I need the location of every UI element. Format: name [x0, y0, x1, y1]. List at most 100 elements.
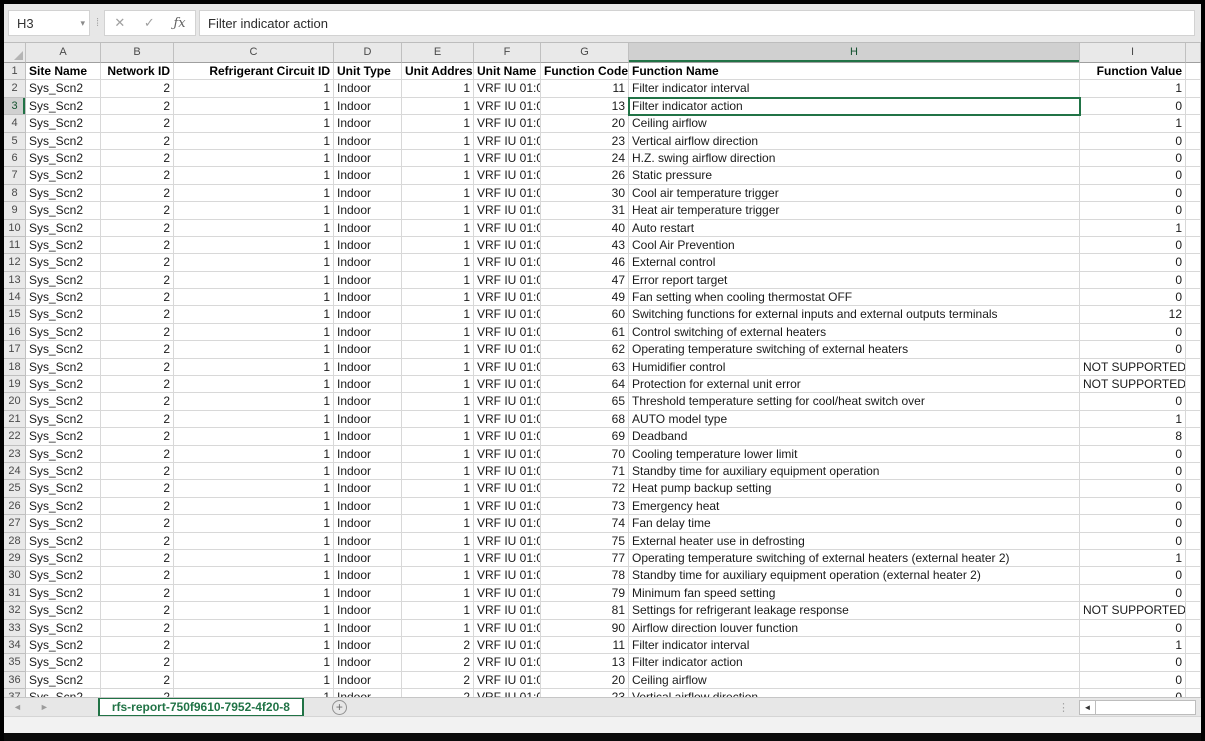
cell-C14[interactable]: 1 [174, 289, 334, 306]
cell-F21[interactable]: VRF IU 01:01 [474, 411, 541, 428]
cell-A12[interactable]: Sys_Scn2 [26, 254, 101, 271]
cell-B15[interactable]: 2 [101, 306, 174, 323]
cell-D36[interactable]: Indoor [334, 672, 402, 689]
cell-C16[interactable]: 1 [174, 324, 334, 341]
cell-F1[interactable]: Unit Name [474, 63, 541, 80]
cell-overflow-17[interactable] [1186, 341, 1201, 358]
cell-H3[interactable]: Filter indicator action [629, 98, 1080, 115]
cell-B30[interactable]: 2 [101, 567, 174, 584]
cell-E24[interactable]: 1 [402, 463, 474, 480]
cell-overflow-37[interactable] [1186, 689, 1201, 697]
row-header-15[interactable]: 15 [4, 306, 26, 323]
cell-G28[interactable]: 75 [541, 533, 629, 550]
cell-F5[interactable]: VRF IU 01:01 [474, 133, 541, 150]
cell-G5[interactable]: 23 [541, 133, 629, 150]
cell-F3[interactable]: VRF IU 01:01 [474, 98, 541, 115]
row-header-32[interactable]: 32 [4, 602, 26, 619]
cell-F33[interactable]: VRF IU 01:01 [474, 620, 541, 637]
cell-B2[interactable]: 2 [101, 80, 174, 97]
column-header-overflow[interactable] [1186, 43, 1201, 63]
cell-C32[interactable]: 1 [174, 602, 334, 619]
cell-F2[interactable]: VRF IU 01:01 [474, 80, 541, 97]
cell-F32[interactable]: VRF IU 01:01 [474, 602, 541, 619]
row-header-23[interactable]: 23 [4, 446, 26, 463]
cell-D37[interactable]: Indoor [334, 689, 402, 697]
cell-E23[interactable]: 1 [402, 446, 474, 463]
cell-F18[interactable]: VRF IU 01:01 [474, 359, 541, 376]
cell-E34[interactable]: 2 [402, 637, 474, 654]
cell-B7[interactable]: 2 [101, 167, 174, 184]
cell-C11[interactable]: 1 [174, 237, 334, 254]
cell-A6[interactable]: Sys_Scn2 [26, 150, 101, 167]
row-header-21[interactable]: 21 [4, 411, 26, 428]
column-header-F[interactable]: F [474, 43, 541, 63]
row-header-36[interactable]: 36 [4, 672, 26, 689]
scroll-left-icon[interactable]: ◄ [1079, 700, 1096, 715]
row-header-20[interactable]: 20 [4, 393, 26, 410]
row-header-4[interactable]: 4 [4, 115, 26, 132]
cell-G12[interactable]: 46 [541, 254, 629, 271]
cell-G24[interactable]: 71 [541, 463, 629, 480]
scrollbar-resize-dots-icon[interactable]: ⋮ [1058, 701, 1069, 714]
cell-overflow-35[interactable] [1186, 654, 1201, 671]
cell-E29[interactable]: 1 [402, 550, 474, 567]
cell-overflow-16[interactable] [1186, 324, 1201, 341]
cell-B21[interactable]: 2 [101, 411, 174, 428]
cell-H24[interactable]: Standby time for auxiliary equipment ope… [629, 463, 1080, 480]
cell-F34[interactable]: VRF IU 01:02 [474, 637, 541, 654]
cell-overflow-27[interactable] [1186, 515, 1201, 532]
cell-overflow-31[interactable] [1186, 585, 1201, 602]
cell-C29[interactable]: 1 [174, 550, 334, 567]
cell-C15[interactable]: 1 [174, 306, 334, 323]
cell-C13[interactable]: 1 [174, 272, 334, 289]
cell-A10[interactable]: Sys_Scn2 [26, 220, 101, 237]
cell-D20[interactable]: Indoor [334, 393, 402, 410]
cell-G34[interactable]: 11 [541, 637, 629, 654]
cell-C2[interactable]: 1 [174, 80, 334, 97]
cell-F37[interactable]: VRF IU 01:02 [474, 689, 541, 697]
cell-overflow-14[interactable] [1186, 289, 1201, 306]
cell-C17[interactable]: 1 [174, 341, 334, 358]
cell-I37[interactable]: 0 [1080, 689, 1186, 697]
row-header-31[interactable]: 31 [4, 585, 26, 602]
cell-A34[interactable]: Sys_Scn2 [26, 637, 101, 654]
cell-G7[interactable]: 26 [541, 167, 629, 184]
cell-H7[interactable]: Static pressure [629, 167, 1080, 184]
row-header-5[interactable]: 5 [4, 133, 26, 150]
cell-overflow-11[interactable] [1186, 237, 1201, 254]
cell-H29[interactable]: Operating temperature switching of exter… [629, 550, 1080, 567]
cell-D22[interactable]: Indoor [334, 428, 402, 445]
cell-B23[interactable]: 2 [101, 446, 174, 463]
cell-B17[interactable]: 2 [101, 341, 174, 358]
cell-F11[interactable]: VRF IU 01:01 [474, 237, 541, 254]
cell-A24[interactable]: Sys_Scn2 [26, 463, 101, 480]
cell-A33[interactable]: Sys_Scn2 [26, 620, 101, 637]
row-header-33[interactable]: 33 [4, 620, 26, 637]
cell-I31[interactable]: 0 [1080, 585, 1186, 602]
cell-B33[interactable]: 2 [101, 620, 174, 637]
cell-I15[interactable]: 12 [1080, 306, 1186, 323]
cell-overflow-3[interactable] [1186, 98, 1201, 115]
cell-E5[interactable]: 1 [402, 133, 474, 150]
cell-B27[interactable]: 2 [101, 515, 174, 532]
cell-D2[interactable]: Indoor [334, 80, 402, 97]
cell-C9[interactable]: 1 [174, 202, 334, 219]
cell-I3[interactable]: 0 [1080, 98, 1186, 115]
cell-E16[interactable]: 1 [402, 324, 474, 341]
cell-A3[interactable]: Sys_Scn2 [26, 98, 101, 115]
column-header-I[interactable]: I [1080, 43, 1186, 63]
cell-overflow-29[interactable] [1186, 550, 1201, 567]
cell-overflow-21[interactable] [1186, 411, 1201, 428]
row-header-6[interactable]: 6 [4, 150, 26, 167]
cell-E15[interactable]: 1 [402, 306, 474, 323]
cell-G36[interactable]: 20 [541, 672, 629, 689]
cell-B4[interactable]: 2 [101, 115, 174, 132]
cell-A32[interactable]: Sys_Scn2 [26, 602, 101, 619]
cell-overflow-34[interactable] [1186, 637, 1201, 654]
column-header-E[interactable]: E [402, 43, 474, 63]
cell-H13[interactable]: Error report target [629, 272, 1080, 289]
cell-overflow-10[interactable] [1186, 220, 1201, 237]
cancel-icon[interactable]: ✕ [114, 15, 125, 31]
cell-F22[interactable]: VRF IU 01:01 [474, 428, 541, 445]
cell-B19[interactable]: 2 [101, 376, 174, 393]
